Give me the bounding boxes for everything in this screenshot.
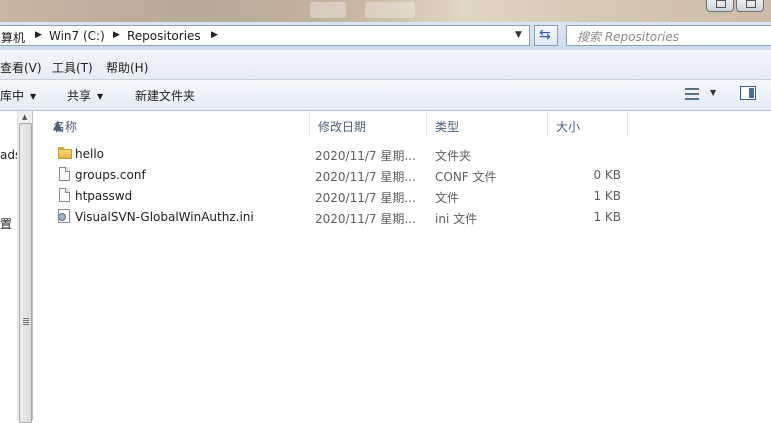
ini-file-icon <box>58 209 70 223</box>
preview-pane-button[interactable] <box>740 86 756 100</box>
breadcrumb-arrow-icon[interactable]: ▶ <box>113 30 120 40</box>
file-icon <box>59 167 70 181</box>
share-label: 共享 <box>67 89 92 103</box>
command-bar: 库中 ▼ 共享 ▼ 新建文件夹 <box>0 80 771 111</box>
include-in-library-label: 库中 <box>0 89 25 103</box>
new-folder-button[interactable]: 新建文件夹 <box>135 87 195 104</box>
change-view-icon[interactable] <box>685 87 699 101</box>
column-header-name[interactable]: 名称 ▲ <box>45 111 310 137</box>
menu-tools[interactable]: 工具(T) <box>52 59 93 76</box>
file-name[interactable]: groups.conf <box>75 168 146 182</box>
file-type: CONF 文件 <box>435 170 497 184</box>
file-modified: 2020/11/7 星期... <box>315 212 416 226</box>
column-size-label: 大小 <box>556 120 581 134</box>
breadcrumb-repositories[interactable]: Repositories <box>127 29 201 43</box>
file-row[interactable]: hello 2020/11/7 星期... 文件夹 <box>55 144 635 164</box>
breadcrumb-computer[interactable]: 算机 <box>1 29 25 46</box>
file-row[interactable]: groups.conf 2020/11/7 星期... CONF 文件 0 KB <box>55 165 635 185</box>
file-type: 文件 <box>435 191 460 205</box>
restore-icon <box>716 0 726 8</box>
column-type-label: 类型 <box>435 120 460 134</box>
breadcrumb-drive[interactable]: Win7 (C:) <box>49 29 105 43</box>
file-icon <box>59 188 70 202</box>
address-dropdown-icon[interactable]: ▼ <box>515 30 522 40</box>
column-header-size[interactable]: 大小 <box>548 111 628 137</box>
file-modified: 2020/11/7 星期... <box>315 149 416 163</box>
column-modified-label: 修改日期 <box>318 120 367 134</box>
nav-scrollbar-thumb[interactable] <box>19 123 32 423</box>
include-in-library-button[interactable]: 库中 ▼ <box>0 87 36 104</box>
file-type: ini 文件 <box>435 212 478 226</box>
column-header-type[interactable]: 类型 <box>427 111 548 137</box>
restore-button[interactable] <box>706 0 734 12</box>
maximize-icon <box>746 0 756 8</box>
file-name[interactable]: htpasswd <box>75 189 132 203</box>
refresh-icon: ⇆ <box>539 27 551 43</box>
menu-bar: 查看(V) 工具(T) 帮助(H) <box>0 50 771 80</box>
chevron-down-icon: ▼ <box>97 92 104 101</box>
menu-help[interactable]: 帮助(H) <box>106 59 148 76</box>
sort-ascending-icon: ▲ <box>53 118 63 132</box>
breadcrumb-arrow-icon[interactable]: ▶ <box>35 30 42 40</box>
file-row[interactable]: VisualSVN-GlobalWinAuthz.ini 2020/11/7 星… <box>55 207 635 227</box>
file-size: 0 KB <box>593 168 621 182</box>
file-modified: 2020/11/7 星期... <box>315 191 416 205</box>
column-header-modified[interactable]: 修改日期 <box>310 111 427 137</box>
address-bar[interactable]: 算机 ▶ Win7 (C:) ▶ Repositories ▶ ▼ <box>0 25 530 46</box>
menu-view[interactable]: 查看(V) <box>0 59 42 76</box>
file-name[interactable]: hello <box>75 147 104 161</box>
preview-pane-icon <box>749 88 754 98</box>
chevron-down-icon: ▼ <box>30 92 37 101</box>
folder-icon <box>58 147 72 159</box>
refresh-button[interactable]: ⇆ <box>534 25 558 46</box>
scroll-up-icon[interactable]: ▲ <box>22 113 27 121</box>
share-button[interactable]: 共享 ▼ <box>67 87 103 104</box>
file-name[interactable]: VisualSVN-GlobalWinAuthz.ini <box>75 210 254 224</box>
nav-scrollbar[interactable]: ▲ <box>17 111 33 423</box>
breadcrumb-arrow-icon[interactable]: ▶ <box>211 30 218 40</box>
background-window-blur <box>365 2 415 18</box>
file-modified: 2020/11/7 星期... <box>315 170 416 184</box>
file-row[interactable]: htpasswd 2020/11/7 星期... 文件 1 KB <box>55 186 635 206</box>
search-input[interactable] <box>575 27 769 46</box>
maximize-button[interactable] <box>736 0 764 12</box>
file-size: 1 KB <box>593 189 621 203</box>
file-size: 1 KB <box>593 210 621 224</box>
nav-item-places[interactable]: 置 <box>0 215 12 232</box>
view-dropdown-icon[interactable]: ▼ <box>710 88 716 97</box>
address-row: 算机 ▶ Win7 (C:) ▶ Repositories ▶ ▼ ⇆ <box>0 22 771 50</box>
file-list: 名称 ▲ 修改日期 类型 大小 hello 2020/11/7 星期... 文件… <box>33 111 771 420</box>
file-type: 文件夹 <box>435 149 472 163</box>
window-title-bar <box>0 0 771 22</box>
background-window-blur <box>310 2 346 18</box>
grip-icon <box>23 318 29 325</box>
search-box[interactable] <box>566 25 771 46</box>
